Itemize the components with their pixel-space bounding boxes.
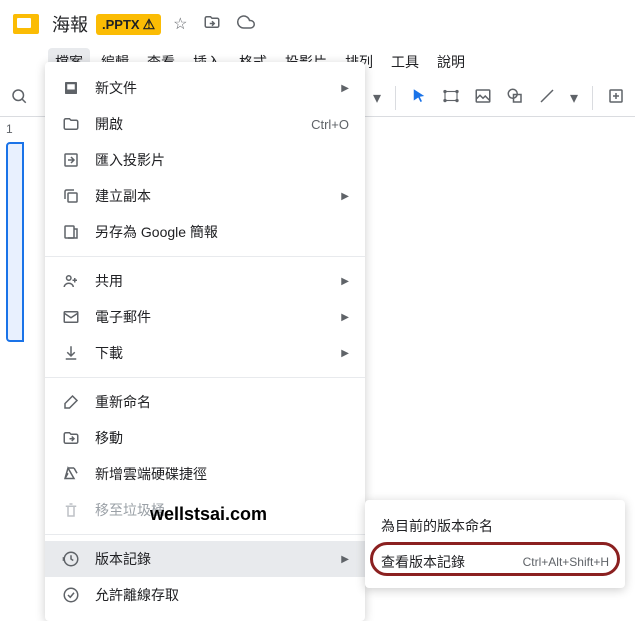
line-icon[interactable] bbox=[538, 87, 556, 110]
folder-icon bbox=[61, 114, 81, 134]
save-as-icon bbox=[61, 222, 81, 242]
menu-offline[interactable]: 允許離線存取 bbox=[45, 577, 365, 613]
import-icon bbox=[61, 150, 81, 170]
copy-icon bbox=[61, 186, 81, 206]
menu-shortcut[interactable]: 新增雲端硬碟捷徑 bbox=[45, 456, 365, 492]
submenu-name-version[interactable]: 為目前的版本命名 bbox=[365, 508, 625, 544]
watermark: wellstsai.com bbox=[150, 504, 267, 525]
star-icon[interactable]: ☆ bbox=[169, 10, 191, 38]
menu-version-history[interactable]: 版本記錄 ▶ bbox=[45, 541, 365, 577]
new-doc-icon bbox=[61, 78, 81, 98]
separator bbox=[45, 256, 365, 257]
menu-tools[interactable]: 工具 bbox=[384, 48, 426, 76]
menu-copy[interactable]: 建立副本 ▶ bbox=[45, 178, 365, 214]
textbox-icon[interactable] bbox=[442, 87, 460, 110]
move-folder-icon[interactable] bbox=[199, 9, 225, 40]
pptx-badge[interactable]: .PPTX⚠ bbox=[96, 14, 161, 35]
share-icon bbox=[61, 271, 81, 291]
email-icon bbox=[61, 307, 81, 327]
move-icon bbox=[61, 428, 81, 448]
chevron-right-icon: ▶ bbox=[341, 348, 349, 359]
menu-save-as[interactable]: 另存為 Google 簡報 bbox=[45, 214, 365, 250]
chevron-right-icon: ▶ bbox=[341, 554, 349, 565]
cloud-icon[interactable] bbox=[233, 9, 259, 40]
drive-shortcut-icon bbox=[61, 464, 81, 484]
separator bbox=[45, 377, 365, 378]
menu-email[interactable]: 電子郵件 ▶ bbox=[45, 299, 365, 335]
chevron-right-icon: ▶ bbox=[341, 276, 349, 287]
menu-new-doc[interactable]: 新文件 ▶ bbox=[45, 70, 365, 106]
version-history-submenu: 為目前的版本命名 查看版本記錄 Ctrl+Alt+Shift+H bbox=[365, 500, 625, 588]
menu-download[interactable]: 下載 ▶ bbox=[45, 335, 365, 371]
menu-help[interactable]: 說明 bbox=[430, 48, 472, 76]
file-menu-dropdown: 新文件 ▶ 開啟 Ctrl+O 匯入投影片 建立副本 ▶ 另存為 Google … bbox=[45, 62, 365, 621]
download-icon bbox=[61, 343, 81, 363]
search-icon[interactable] bbox=[10, 87, 28, 110]
image-icon[interactable] bbox=[474, 87, 492, 110]
history-icon bbox=[61, 549, 81, 569]
separator bbox=[395, 86, 396, 110]
chevron-right-icon: ▶ bbox=[341, 83, 349, 94]
menu-share[interactable]: 共用 ▶ bbox=[45, 263, 365, 299]
select-tool-icon[interactable] bbox=[410, 87, 428, 110]
menu-rename[interactable]: 重新命名 bbox=[45, 384, 365, 420]
add-box-icon[interactable] bbox=[607, 87, 625, 110]
chevron-right-icon: ▶ bbox=[341, 191, 349, 202]
menu-move[interactable]: 移動 bbox=[45, 420, 365, 456]
slide-number: 1 bbox=[6, 122, 13, 136]
separator bbox=[45, 534, 365, 535]
offline-icon bbox=[61, 585, 81, 605]
menu-open[interactable]: 開啟 Ctrl+O bbox=[45, 106, 365, 142]
separator bbox=[592, 86, 593, 110]
slide-thumbnail[interactable] bbox=[6, 142, 24, 342]
warning-icon: ⚠ bbox=[143, 16, 156, 33]
chevron-down-icon[interactable]: ▾ bbox=[373, 88, 381, 108]
menu-import[interactable]: 匯入投影片 bbox=[45, 142, 365, 178]
header: 海報 .PPTX⚠ ☆ bbox=[0, 0, 635, 48]
shape-icon[interactable] bbox=[506, 87, 524, 110]
slides-logo[interactable] bbox=[8, 6, 44, 42]
doc-title[interactable]: 海報 bbox=[52, 11, 88, 37]
trash-icon bbox=[61, 500, 81, 520]
rename-icon bbox=[61, 392, 81, 412]
chevron-right-icon: ▶ bbox=[341, 312, 349, 323]
chevron-down-icon[interactable]: ▾ bbox=[570, 88, 578, 108]
submenu-view-history[interactable]: 查看版本記錄 Ctrl+Alt+Shift+H bbox=[365, 544, 625, 580]
slide-panel: 1 bbox=[6, 120, 24, 342]
